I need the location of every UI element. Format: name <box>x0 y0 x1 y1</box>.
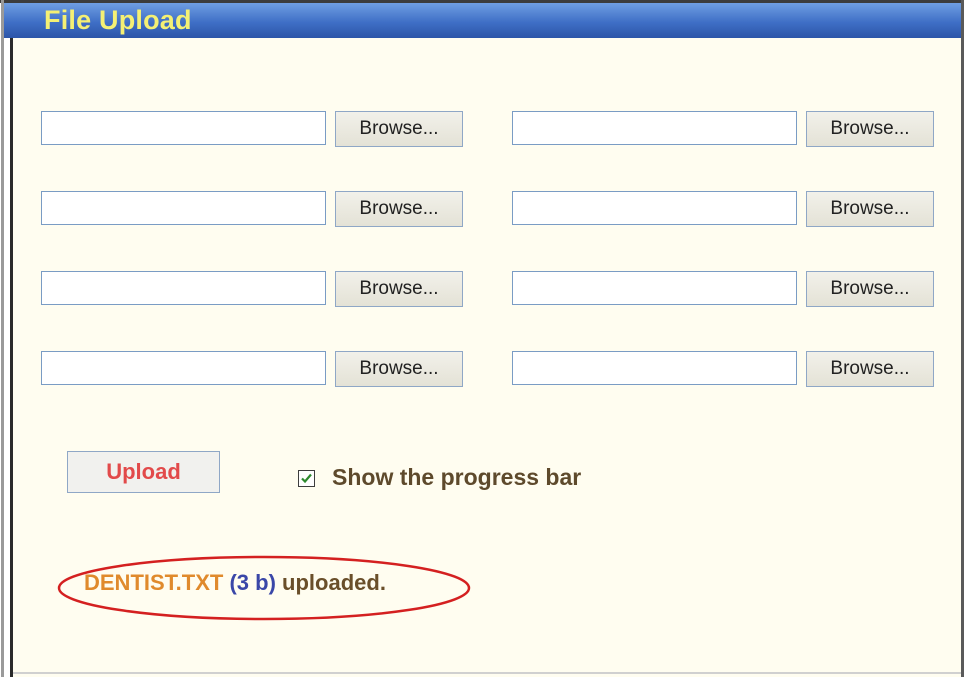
browse-button-3-right[interactable]: Browse... <box>806 271 934 307</box>
file-input-4-left[interactable] <box>41 351 326 385</box>
window-left-border <box>1 0 4 677</box>
upload-button[interactable]: Upload <box>67 451 220 493</box>
progress-bar-checkbox-label: Show the progress bar <box>332 464 582 490</box>
file-input-1-right[interactable] <box>512 111 797 145</box>
uploaded-file-size: (3 b) <box>229 570 276 595</box>
browse-button-3-left[interactable]: Browse... <box>335 271 463 307</box>
file-input-4-right[interactable] <box>512 351 797 385</box>
browse-button-4-left[interactable]: Browse... <box>335 351 463 387</box>
browse-button-4-right[interactable]: Browse... <box>806 351 934 387</box>
checkmark-icon <box>301 473 312 484</box>
browse-button-2-left[interactable]: Browse... <box>335 191 463 227</box>
file-input-3-right[interactable] <box>512 271 797 305</box>
progress-bar-checkbox[interactable] <box>298 470 315 487</box>
upload-status-message: DENTIST.TXT (3 b) uploaded. <box>84 570 386 596</box>
browse-button-2-right[interactable]: Browse... <box>806 191 934 227</box>
uploaded-filename: DENTIST.TXT <box>84 570 224 595</box>
file-input-2-right[interactable] <box>512 191 797 225</box>
upload-status-text: uploaded. <box>282 570 386 595</box>
title-bar: File Upload <box>4 3 961 38</box>
browse-button-1-right[interactable]: Browse... <box>806 111 934 147</box>
file-input-2-left[interactable] <box>41 191 326 225</box>
window-title: File Upload <box>44 5 192 35</box>
panel-bottom-border <box>13 672 961 674</box>
file-input-3-left[interactable] <box>41 271 326 305</box>
file-input-1-left[interactable] <box>41 111 326 145</box>
panel-left-border <box>10 38 13 677</box>
browse-button-1-left[interactable]: Browse... <box>335 111 463 147</box>
